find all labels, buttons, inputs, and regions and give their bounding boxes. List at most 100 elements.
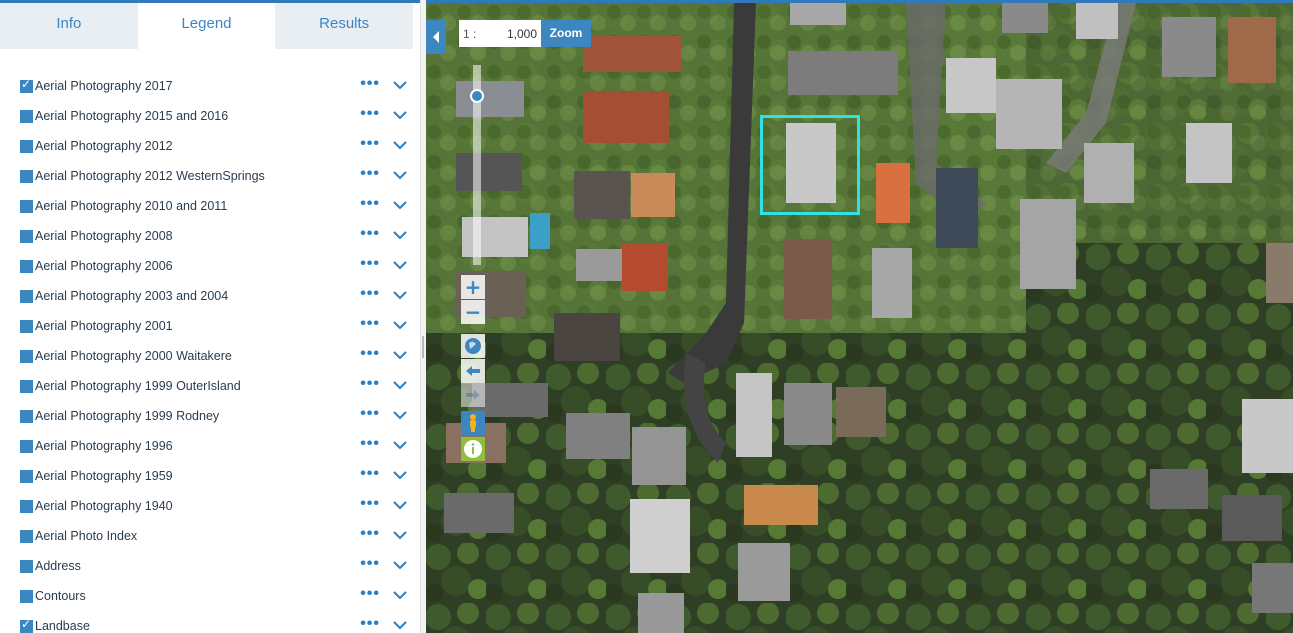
forward-arrow-icon[interactable]: [461, 383, 485, 407]
layer-checkbox[interactable]: [20, 559, 33, 573]
collapse-panel-button[interactable]: [426, 20, 446, 54]
layer-options-icon[interactable]: •••: [360, 616, 380, 632]
layer-checkbox[interactable]: [20, 617, 33, 633]
chevron-down-icon[interactable]: [393, 560, 407, 570]
chevron-down-icon[interactable]: [393, 470, 407, 480]
layer-options-icon[interactable]: •••: [360, 526, 380, 542]
layer-row[interactable]: Aerial Photography 2017 •••: [0, 71, 420, 101]
layer-options-icon[interactable]: •••: [360, 136, 380, 152]
layer-checkbox[interactable]: [20, 349, 33, 363]
layer-checkbox[interactable]: [20, 169, 33, 183]
layer-row[interactable]: Aerial Photography 2012 WesternSprings ••…: [0, 161, 420, 191]
layer-checkbox[interactable]: [20, 499, 33, 513]
layer-row[interactable]: Address •••: [0, 551, 420, 581]
layer-checkbox[interactable]: [20, 439, 33, 453]
layer-options-icon[interactable]: •••: [360, 256, 380, 272]
layer-label: Aerial Photography 2010 and 2011: [35, 199, 228, 213]
chevron-down-icon[interactable]: [393, 590, 407, 600]
street-view-person-icon[interactable]: [461, 411, 485, 435]
layer-row[interactable]: Aerial Photography 2015 and 2016 •••: [0, 101, 420, 131]
layer-checkbox[interactable]: [20, 319, 33, 333]
chevron-down-icon[interactable]: [393, 530, 407, 540]
back-arrow-icon[interactable]: [461, 359, 485, 383]
layer-options-icon[interactable]: •••: [360, 286, 380, 302]
layer-checkbox[interactable]: [20, 529, 33, 543]
layer-options-icon[interactable]: •••: [360, 586, 380, 602]
layer-checkbox[interactable]: [20, 589, 33, 603]
layer-options-icon[interactable]: •••: [360, 406, 380, 422]
layer-row[interactable]: Aerial Photography 1996 •••: [0, 431, 420, 461]
layer-options-icon[interactable]: •••: [360, 106, 380, 122]
layer-checkbox[interactable]: [20, 199, 33, 213]
chevron-down-icon[interactable]: [393, 200, 407, 210]
layer-row[interactable]: Landbase •••: [0, 611, 420, 633]
chevron-down-icon[interactable]: [393, 500, 407, 510]
layer-options-icon[interactable]: •••: [360, 196, 380, 212]
chevron-down-icon[interactable]: [393, 110, 407, 120]
scale-input[interactable]: 1 : 1,000: [459, 20, 541, 47]
zoom-slider-handle[interactable]: [470, 89, 484, 103]
layer-row[interactable]: Aerial Photography 1940 •••: [0, 491, 420, 521]
layer-label: Aerial Photography 2017: [35, 79, 173, 93]
tab-info[interactable]: Info: [0, 3, 138, 49]
layer-checkbox[interactable]: [20, 469, 33, 483]
layer-row[interactable]: Aerial Photography 2000 Waitakere •••: [0, 341, 420, 371]
splitter-grip-icon[interactable]: [422, 336, 424, 358]
chevron-down-icon[interactable]: [393, 80, 407, 90]
tab-legend[interactable]: Legend: [137, 3, 276, 49]
chevron-down-icon[interactable]: [393, 140, 407, 150]
chevron-down-icon[interactable]: [393, 620, 407, 630]
chevron-down-icon[interactable]: [393, 260, 407, 270]
zoom-in-icon[interactable]: +: [461, 275, 485, 299]
layer-checkbox[interactable]: [20, 289, 33, 303]
map-view[interactable]: 1 : 1,000 Zoom + −: [426, 0, 1293, 633]
info-icon[interactable]: [461, 437, 485, 461]
layer-options-icon[interactable]: •••: [360, 346, 380, 362]
layer-checkbox[interactable]: [20, 109, 33, 123]
layer-checkbox[interactable]: [20, 259, 33, 273]
layer-checkbox[interactable]: [20, 379, 33, 393]
chevron-down-icon[interactable]: [393, 320, 407, 330]
chevron-down-icon[interactable]: [393, 350, 407, 360]
globe-icon[interactable]: [461, 334, 485, 358]
layer-row[interactable]: Aerial Photography 2012 •••: [0, 131, 420, 161]
layer-row[interactable]: Aerial Photography 2003 and 2004 •••: [0, 281, 420, 311]
layer-options-icon[interactable]: •••: [360, 496, 380, 512]
layer-checkbox[interactable]: [20, 409, 33, 423]
layer-row[interactable]: Aerial Photography 1999 OuterIsland •••: [0, 371, 420, 401]
chevron-down-icon[interactable]: [393, 230, 407, 240]
layer-label: Landbase: [35, 619, 90, 633]
chevron-left-icon: [433, 31, 439, 43]
layer-row[interactable]: Aerial Photography 2006 •••: [0, 251, 420, 281]
layer-row[interactable]: Aerial Photography 2008 •••: [0, 221, 420, 251]
chevron-down-icon[interactable]: [393, 170, 407, 180]
layer-list: Aerial Photography 2017•••Aerial Photogr…: [0, 71, 420, 633]
layer-row[interactable]: Aerial Photography 1959 •••: [0, 461, 420, 491]
layer-options-icon[interactable]: •••: [360, 226, 380, 242]
layer-options-icon[interactable]: •••: [360, 376, 380, 392]
tab-results[interactable]: Results: [275, 3, 413, 49]
layer-row[interactable]: Aerial Photo Index •••: [0, 521, 420, 551]
chevron-down-icon[interactable]: [393, 410, 407, 420]
layer-options-icon[interactable]: •••: [360, 76, 380, 92]
chevron-down-icon[interactable]: [393, 290, 407, 300]
layer-checkbox[interactable]: [20, 77, 33, 93]
layer-options-icon[interactable]: •••: [360, 556, 380, 572]
layer-options-icon[interactable]: •••: [360, 316, 380, 332]
layer-options-icon[interactable]: •••: [360, 166, 380, 182]
chevron-down-icon[interactable]: [393, 440, 407, 450]
layer-options-icon[interactable]: •••: [360, 436, 380, 452]
zoom-out-icon[interactable]: −: [461, 300, 485, 324]
layer-checkbox[interactable]: [20, 139, 33, 153]
chevron-down-icon[interactable]: [393, 380, 407, 390]
layer-checkbox[interactable]: [20, 229, 33, 243]
layer-options-icon[interactable]: •••: [360, 466, 380, 482]
zoom-button[interactable]: Zoom: [541, 20, 591, 47]
legend-panel: Info Legend Results Aerial Photography 2…: [0, 0, 426, 633]
layer-row[interactable]: Aerial Photography 2010 and 2011 •••: [0, 191, 420, 221]
layer-row[interactable]: Aerial Photography 2001 •••: [0, 311, 420, 341]
layer-label: Aerial Photography 2006: [35, 259, 173, 273]
layer-row[interactable]: Aerial Photography 1999 Rodney •••: [0, 401, 420, 431]
layer-row[interactable]: Contours •••: [0, 581, 420, 611]
layer-label: Aerial Photography 2003 and 2004: [35, 289, 229, 303]
